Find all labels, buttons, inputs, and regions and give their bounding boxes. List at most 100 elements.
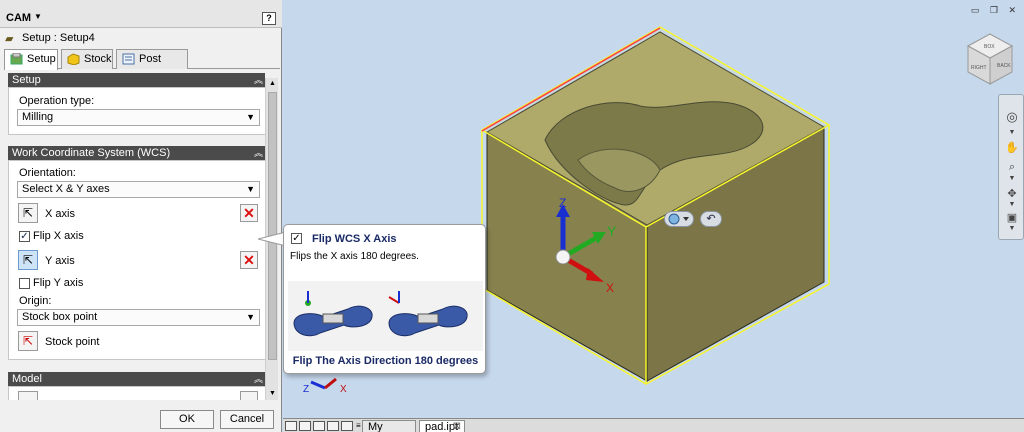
section-title: Work Coordinate System (WCS) xyxy=(12,147,171,159)
cursor-arrow-icon: ⇱ xyxy=(22,253,34,267)
tab-pad-ipt[interactable]: pad.ipt ⊠ xyxy=(419,420,465,432)
panel-subtitle-row: ▰ Setup : Setup4 xyxy=(0,29,282,47)
close-icon: ✕ xyxy=(243,205,255,221)
cursor-arrow-icon: ⇱ xyxy=(22,206,34,220)
orientation-value: Select X & Y axes xyxy=(22,183,110,195)
section-header-model[interactable]: Model ︽ xyxy=(8,372,265,386)
y-axis-select-button[interactable]: ⇱ xyxy=(18,250,38,270)
cursor-arrow-red-icon: ⇱ xyxy=(22,334,34,348)
panel-title[interactable]: CAM xyxy=(6,12,31,24)
tab-setup-label: Setup xyxy=(27,53,56,65)
viewcube-left-label: RIGHT xyxy=(971,65,987,71)
section-title: Model xyxy=(12,373,42,385)
origin-select[interactable]: Stock box point ▼ xyxy=(17,309,260,326)
wcs-origin xyxy=(555,249,571,265)
model-select-button[interactable] xyxy=(18,391,38,400)
arrange-view-icon[interactable] xyxy=(313,421,325,431)
section-header-setup[interactable]: Setup ︽ xyxy=(8,73,265,87)
chevron-down-icon: ▼ xyxy=(246,312,255,322)
tooltip-illustration xyxy=(288,281,483,351)
x-axis-select-button[interactable]: ⇱ xyxy=(18,203,38,223)
close-icon[interactable]: ⊠ xyxy=(453,421,461,432)
tab-my-home-label: My Home xyxy=(368,421,383,432)
steering-wheel-icon[interactable]: ◎ xyxy=(1002,109,1022,125)
world-z-axis xyxy=(310,380,326,390)
flip-y-checkbox[interactable] xyxy=(19,278,30,289)
chevron-down-icon[interactable]: ▼ xyxy=(1002,175,1022,182)
cascade-view-icon[interactable] xyxy=(299,421,311,431)
orbit-icon[interactable]: ✥ xyxy=(1002,187,1022,200)
tab-stock-label: Stock xyxy=(84,53,112,65)
scroll-up-icon[interactable]: ▲ xyxy=(266,78,279,90)
flip-y-label[interactable]: Flip Y axis xyxy=(33,277,83,289)
setup-content: Setup ︽ Operation type: Milling ▼ Work C… xyxy=(4,70,265,400)
cam-panel: CAM ▼ ? ▰ Setup : Setup4 Setup Stock Pos… xyxy=(0,0,282,432)
horizontal-view-icon[interactable] xyxy=(327,421,339,431)
flip-x-label[interactable]: Flip X axis xyxy=(33,230,84,242)
tooltip-title: Flip WCS X Axis xyxy=(312,233,397,245)
setup-icon xyxy=(10,53,23,65)
x-axis-clear-button[interactable]: ✕ xyxy=(240,204,258,222)
chevron-down-icon[interactable]: ▼ xyxy=(1002,201,1022,208)
chevron-down-icon: ▼ xyxy=(246,184,255,194)
section-header-wcs[interactable]: Work Coordinate System (WCS) ︽ xyxy=(8,146,265,160)
model-section-body xyxy=(8,386,265,400)
pan-hand-icon[interactable]: ✋ xyxy=(1002,141,1022,154)
collapse-icon[interactable]: ︽ xyxy=(254,146,263,160)
zoom-icon[interactable]: ⌕ xyxy=(1002,161,1022,174)
scroll-down-icon[interactable]: ▼ xyxy=(266,388,279,400)
flip-x-checkbox[interactable]: ✓ xyxy=(19,231,30,242)
y-axis-clear-button[interactable]: ✕ xyxy=(240,251,258,269)
appearance-dropdown[interactable] xyxy=(664,211,694,227)
ok-button[interactable]: OK xyxy=(160,410,214,429)
tab-my-home[interactable]: My Home xyxy=(362,420,416,432)
tile-view-icon[interactable] xyxy=(285,421,297,431)
x-axis-label: X axis xyxy=(45,208,75,220)
viewcube[interactable]: BOX RIGHT BACK xyxy=(960,32,1020,88)
z-axis-label: Z xyxy=(559,196,566,210)
post-process-icon xyxy=(122,53,135,65)
tab-setup[interactable]: Setup xyxy=(4,49,58,70)
orientation-select[interactable]: Select X & Y axes ▼ xyxy=(17,181,260,198)
chevron-down-icon[interactable]: ▼ xyxy=(1002,225,1022,232)
viewcube-right-label: BACK xyxy=(997,63,1011,69)
look-at-icon[interactable]: ▣ xyxy=(1002,211,1022,224)
y-axis-label: Y axis xyxy=(45,255,75,267)
viewcube-top-label: BOX xyxy=(984,44,995,50)
chevron-down-icon[interactable]: ▼ xyxy=(1002,129,1022,136)
wcs-section-body: Orientation: Select X & Y axes ▼ ⇱ X axi… xyxy=(8,160,265,360)
folder-icon: ▰ xyxy=(5,33,14,45)
stock-point-select-button[interactable]: ⇱ xyxy=(18,331,38,351)
undo-button[interactable]: ↶ xyxy=(700,211,722,227)
tooltip-caption: Flip The Axis Direction 180 degrees xyxy=(292,355,479,367)
chevron-down-icon[interactable]: ▼ xyxy=(34,12,42,21)
stock-icon xyxy=(67,53,80,65)
world-x-label: X xyxy=(340,384,347,395)
collapse-icon[interactable]: ︽ xyxy=(254,372,263,386)
world-z-label: Z xyxy=(303,384,309,395)
appearance-icon xyxy=(668,213,689,225)
checkbox-icon: ✓ xyxy=(291,233,302,244)
tab-bar: Setup Stock Post Process xyxy=(4,49,280,83)
origin-value: Stock box point xyxy=(22,311,98,323)
model-clear-button[interactable] xyxy=(240,391,258,400)
document-tab-bar: ≡ My Home pad.ipt ⊠ xyxy=(283,418,1024,432)
navigation-bar: ◎ ▼ ✋ ⌕ ▼ ✥ ▼ ▣ ▼ xyxy=(998,94,1024,240)
operation-type-select[interactable]: Milling ▼ xyxy=(17,109,260,126)
section-title: Setup xyxy=(12,74,41,86)
close-icon: ✕ xyxy=(243,252,255,268)
tab-post-process[interactable]: Post Process xyxy=(116,49,188,83)
cancel-button[interactable]: Cancel xyxy=(220,410,274,429)
tab-stock[interactable]: Stock xyxy=(61,49,113,69)
setup-name: Setup : Setup4 xyxy=(22,32,95,44)
help-icon[interactable]: ? xyxy=(262,12,276,25)
scroll-thumb[interactable] xyxy=(268,92,277,360)
vertical-view-icon[interactable] xyxy=(341,421,353,431)
collapse-icon[interactable]: ︽ xyxy=(254,73,263,87)
operation-type-value: Milling xyxy=(22,111,54,123)
setup-section-body: Operation type: Milling ▼ xyxy=(8,87,265,135)
panel-title-bar: CAM ▼ ? xyxy=(0,0,282,28)
origin-label: Origin: xyxy=(19,295,52,307)
checkmark-icon: ✓ xyxy=(20,231,29,242)
stock-point-label: Stock point xyxy=(45,336,100,348)
